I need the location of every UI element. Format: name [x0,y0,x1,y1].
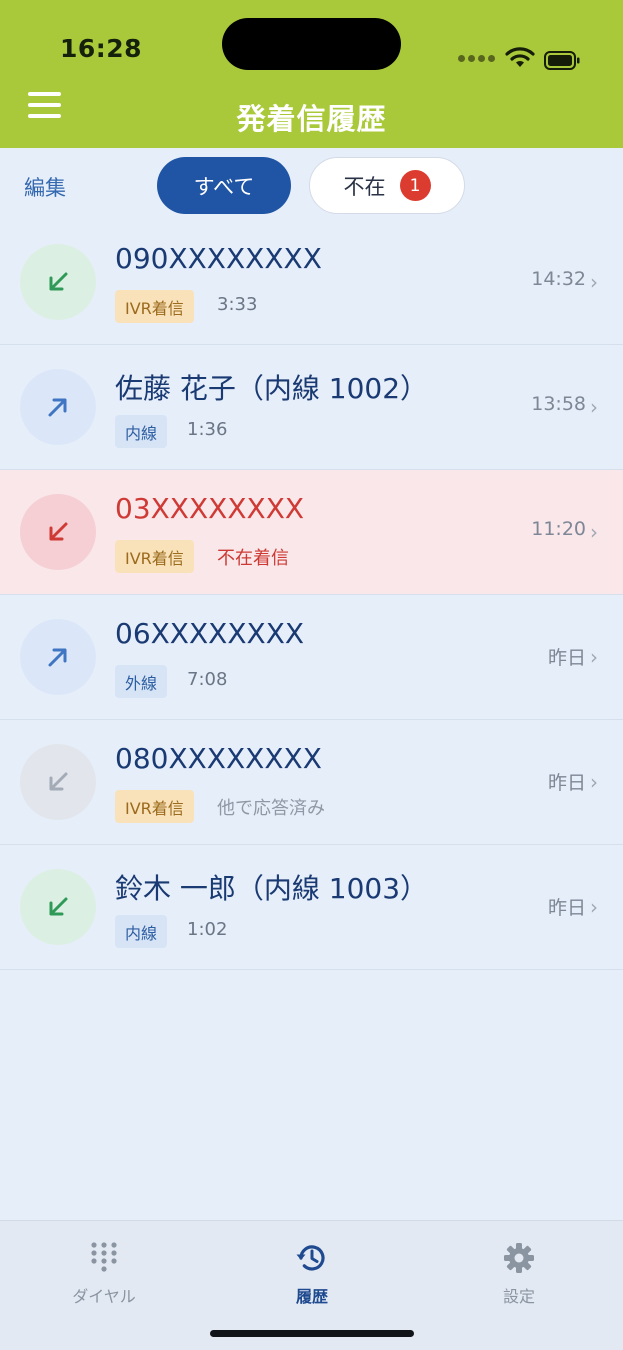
call-type-tag: IVR着信 [115,790,194,823]
call-type-tag: IVR着信 [115,540,194,573]
filter-missed-label: 不在 [343,174,386,199]
outgoing-call-icon [20,619,96,695]
missed-call-icon [20,494,96,570]
battery-icon [544,51,580,70]
chevron-right-icon: › [590,770,598,794]
incoming-call-icon [20,244,96,320]
call-status: 他で応答済み [217,798,325,819]
cellular-signal-icon [458,55,495,65]
call-duration: 7:08 [187,669,228,690]
caller-name: 06XXXXXXXX [115,617,305,650]
edit-button[interactable]: 編集 [24,172,66,202]
call-row[interactable]: 鈴木 一郎（内線 1003） 内線 1:02 昨日 › [0,845,623,970]
call-duration: 1:36 [187,419,228,440]
call-type-tag: 内線 [115,415,168,448]
chevron-right-icon: › [590,395,598,419]
call-type-tag: IVR着信 [115,290,194,323]
chevron-right-icon: › [590,645,598,669]
call-row[interactable]: 06XXXXXXXX 外線 7:08 昨日 › [0,595,623,720]
caller-name: 090XXXXXXXX [115,242,322,275]
tab-dial-label: ダイヤル [72,1287,136,1306]
call-time: 昨日 [547,772,586,794]
gear-icon [502,1241,536,1275]
call-duration: 1:02 [187,919,228,940]
caller-name: 鈴木 一郎（内線 1003） [115,872,429,905]
tab-history[interactable]: 履歴 [242,1241,382,1307]
dialpad-icon [87,1241,121,1275]
caller-name: 佐藤 花子（内線 1002） [115,372,429,405]
tab-settings[interactable]: 設定 [449,1241,589,1307]
wifi-icon [505,46,535,68]
home-indicator[interactable] [210,1330,414,1337]
tab-dial[interactable]: ダイヤル [34,1241,174,1307]
call-type-tag: 外線 [115,665,168,698]
page-title: 発着信履歴 [236,102,387,136]
caller-name: 080XXXXXXXX [115,742,322,775]
call-time: 昨日 [547,647,586,669]
call-duration: 3:33 [217,294,258,315]
app-header: 16:28 発着信履歴 [0,0,623,148]
caller-name: 03XXXXXXXX [115,492,305,525]
incoming-call-icon [20,869,96,945]
chevron-right-icon: › [590,895,598,919]
chevron-right-icon: › [590,270,598,294]
call-row[interactable]: 佐藤 花子（内線 1002） 内線 1:36 13:58 › [0,345,623,470]
history-icon [295,1241,329,1275]
call-row[interactable]: 03XXXXXXXX IVR着信 不在着信 11:20 › [0,470,623,595]
answered-elsewhere-icon [20,744,96,820]
dynamic-island [222,18,401,70]
tab-settings-label: 設定 [502,1287,535,1306]
call-time: 11:20 [531,518,586,540]
call-time: 昨日 [547,897,586,919]
filter-all-button[interactable]: すべて [157,157,291,214]
tab-history-label: 履歴 [295,1287,328,1306]
call-time: 13:58 [531,393,586,415]
chevron-right-icon: › [590,520,598,544]
status-bar-time: 16:28 [60,34,143,63]
outgoing-call-icon [20,369,96,445]
call-type-tag: 内線 [115,915,168,948]
call-row[interactable]: 090XXXXXXXX IVR着信 3:33 14:32 › [0,220,623,345]
call-status: 不在着信 [217,548,289,569]
call-history-list: 090XXXXXXXX IVR着信 3:33 14:32 › 佐藤 花子（内線 … [0,220,623,970]
filter-missed-button[interactable]: 不在 1 [309,157,465,214]
missed-count-badge: 1 [399,170,431,201]
call-row[interactable]: 080XXXXXXXX IVR着信 他で応答済み 昨日 › [0,720,623,845]
call-time: 14:32 [531,268,586,290]
